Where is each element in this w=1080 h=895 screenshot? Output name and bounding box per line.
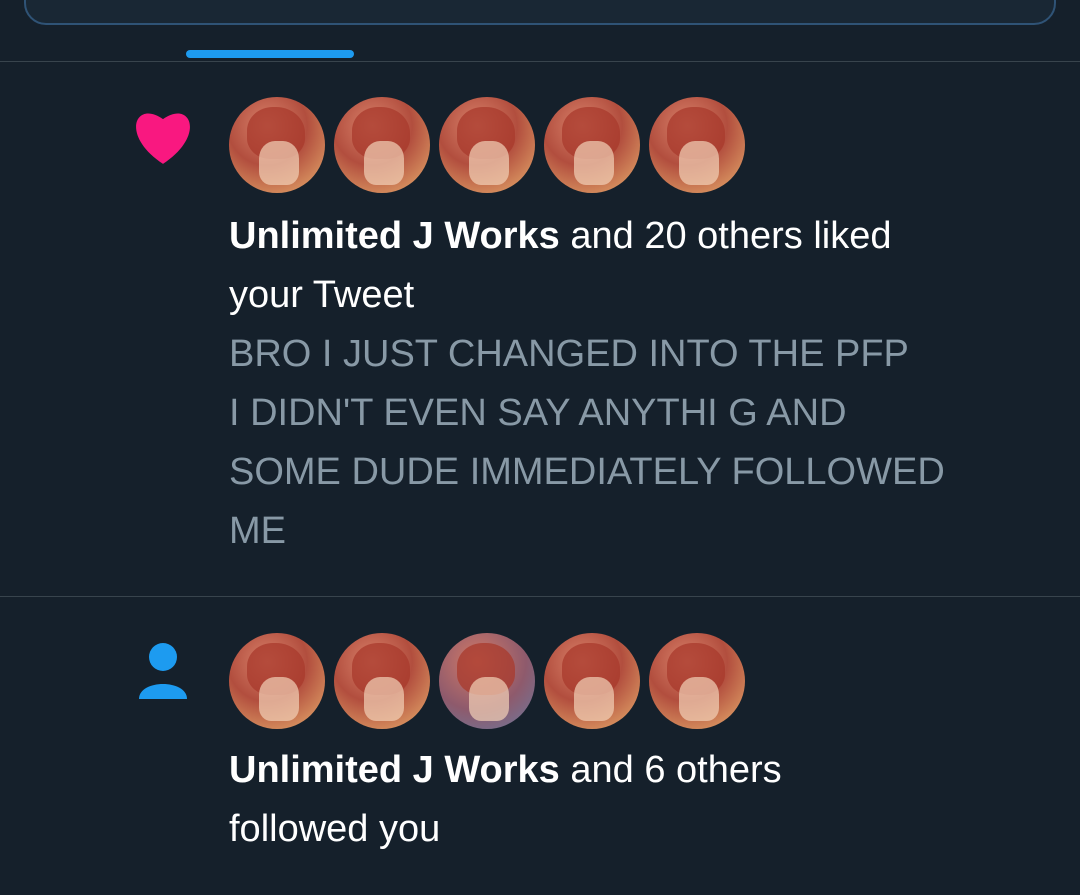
avatar[interactable] xyxy=(334,97,430,193)
avatar[interactable] xyxy=(229,633,325,729)
avatar[interactable] xyxy=(649,97,745,193)
actor-name[interactable]: Unlimited J Works xyxy=(229,749,560,791)
action-text: your Tweet xyxy=(229,274,415,316)
action-text: and 20 others liked xyxy=(559,215,892,257)
tweet-line: SOME DUDE IMMEDIATELY FOLLOWED xyxy=(229,451,945,493)
person-icon xyxy=(137,641,189,706)
notification-text: Unlimited J Works and 6 others followed … xyxy=(229,741,1049,859)
actor-name[interactable]: Unlimited J Works xyxy=(229,215,560,257)
top-card xyxy=(24,0,1056,25)
avatar[interactable] xyxy=(649,633,745,729)
tweet-line: I DIDN'T EVEN SAY ANYTHI G AND xyxy=(229,392,847,434)
tweet-line: BRO I JUST CHANGED INTO THE PFP xyxy=(229,333,909,375)
avatar[interactable] xyxy=(229,97,325,193)
avatar[interactable] xyxy=(439,633,535,729)
avatar[interactable] xyxy=(334,633,430,729)
avatar[interactable] xyxy=(544,97,640,193)
action-text: and 6 others xyxy=(559,749,782,791)
avatar[interactable] xyxy=(439,97,535,193)
notification-text: Unlimited J Works and 20 others liked yo… xyxy=(229,207,1049,325)
notification-follow[interactable]: Unlimited J Works and 6 others followed … xyxy=(0,597,1080,895)
heart-icon xyxy=(130,105,196,170)
notification-like[interactable]: Unlimited J Works and 20 others liked yo… xyxy=(0,61,1080,596)
avatar-row xyxy=(229,97,754,193)
tweet-preview: BRO I JUST CHANGED INTO THE PFP I DIDN'T… xyxy=(229,325,1059,561)
avatar[interactable] xyxy=(544,633,640,729)
tweet-line: ME xyxy=(229,510,286,552)
avatar-row xyxy=(229,633,754,729)
tab-indicator xyxy=(186,50,354,58)
action-text: followed you xyxy=(229,808,441,850)
